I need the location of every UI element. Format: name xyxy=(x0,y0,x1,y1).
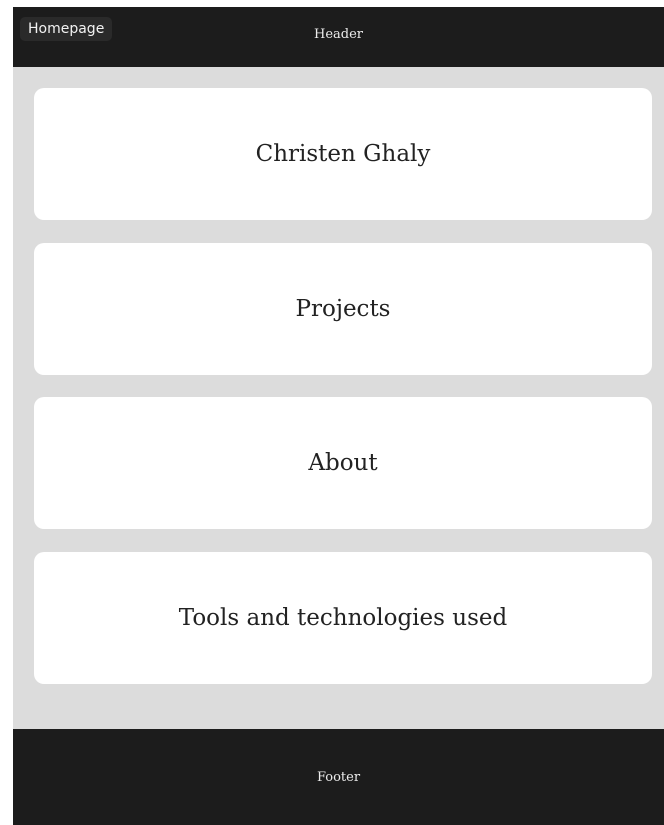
card-about-label: About xyxy=(308,450,378,476)
card-projects[interactable]: Projects xyxy=(34,243,652,375)
main-content: Christen Ghaly Projects About Tools and … xyxy=(13,67,664,728)
app-frame: Homepage Header Christen Ghaly Projects … xyxy=(13,7,664,825)
footer-text: Footer xyxy=(316,769,361,785)
header-bar: Homepage Header xyxy=(13,7,664,67)
card-tools[interactable]: Tools and technologies used xyxy=(34,552,652,684)
card-name-label: Christen Ghaly xyxy=(255,141,431,167)
card-name[interactable]: Christen Ghaly xyxy=(34,88,652,220)
card-projects-label: Projects xyxy=(295,296,391,322)
card-about[interactable]: About xyxy=(34,397,652,529)
card-tools-label: Tools and technologies used xyxy=(178,605,508,631)
header-title: Header xyxy=(313,27,363,42)
footer-bar: Footer xyxy=(13,729,664,825)
